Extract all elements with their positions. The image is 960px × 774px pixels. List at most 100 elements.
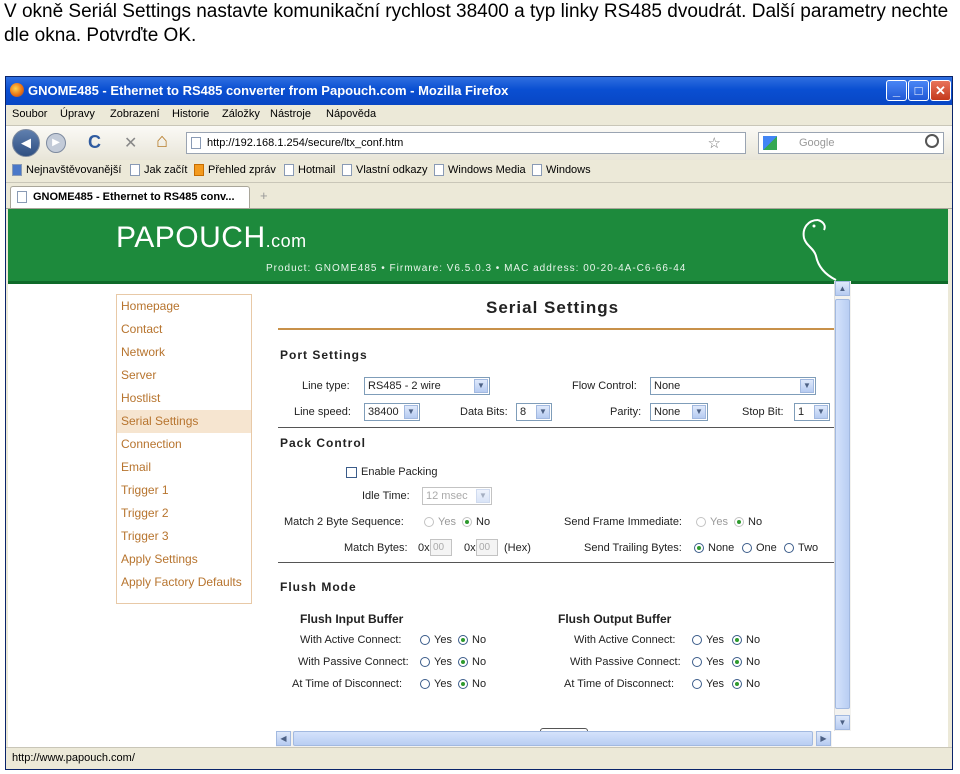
bookmark-prehled-zprav[interactable]: Přehled zpráv — [194, 164, 276, 176]
sendframe-no-radio[interactable] — [734, 517, 744, 527]
bookmark-windows-media[interactable]: Windows Media — [434, 164, 526, 176]
enable-packing-checkbox[interactable] — [346, 467, 357, 478]
parity-label: Parity: — [610, 406, 642, 418]
sidebar-item-trigger-2[interactable]: Trigger 2 — [117, 502, 251, 525]
scroll-thumb[interactable] — [835, 299, 850, 709]
papouch-logo[interactable]: PAPOUCH.com — [116, 221, 307, 255]
data-bits-select[interactable]: 8 ▼ — [516, 403, 552, 421]
line-type-select[interactable]: RS485 - 2 wire ▼ — [364, 377, 490, 395]
sidebar-item-serial-settings[interactable]: Serial Settings — [117, 410, 251, 433]
search-input[interactable]: Google — [758, 132, 944, 154]
url-bar[interactable]: http://192.168.1.254/secure/ltx_conf.htm… — [186, 132, 746, 154]
close-button[interactable]: ✕ — [930, 80, 951, 101]
minimize-button[interactable]: _ — [886, 80, 907, 101]
chevron-down-icon: ▼ — [814, 405, 828, 419]
sidebar-item-trigger-1[interactable]: Trigger 1 — [117, 479, 251, 502]
page-title: Serial Settings — [486, 298, 620, 317]
match-byte-1-input[interactable]: 00 — [430, 539, 452, 556]
rss-icon — [194, 164, 204, 176]
page-content: PAPOUCH.com Product: GNOME485 • Firmware… — [8, 209, 948, 747]
chevron-down-icon: ▼ — [536, 405, 550, 419]
bookmark-nejnavstevovanejsi[interactable]: Nejnavštěvovanější — [12, 164, 121, 176]
scroll-up-icon[interactable]: ▲ — [835, 281, 850, 296]
new-tab-button[interactable]: + — [260, 188, 268, 203]
back-button[interactable]: ◀ — [12, 129, 40, 157]
sidebar-item-connection[interactable]: Connection — [117, 433, 251, 456]
menu-zalozky[interactable]: Záložky — [222, 108, 260, 120]
out-active-label: With Active Connect: — [574, 634, 676, 646]
bookmark-hotmail[interactable]: Hotmail — [284, 164, 335, 176]
match2-yes-radio[interactable] — [424, 517, 434, 527]
scroll-thumb[interactable] — [293, 731, 813, 746]
sidebar-item-network[interactable]: Network — [117, 341, 251, 364]
horizontal-scrollbar[interactable]: ◀ ▶ — [276, 731, 832, 747]
out-active-yes-radio[interactable] — [692, 635, 702, 645]
divider — [278, 427, 834, 428]
sidebar-item-trigger-3[interactable]: Trigger 3 — [117, 525, 251, 548]
menu-nastroje[interactable]: Nástroje — [270, 108, 311, 120]
menu-upravy[interactable]: Úpravy — [60, 108, 95, 120]
sendframe-yes-radio[interactable] — [696, 517, 706, 527]
star-icon[interactable]: ☆ — [708, 134, 721, 152]
in-passive-yes-radio[interactable] — [420, 657, 430, 667]
bookmark-jak-zacit[interactable]: Jak začít — [130, 164, 187, 176]
sidebar-item-contact[interactable]: Contact — [117, 318, 251, 341]
send-frame-label: Send Frame Immediate: — [564, 516, 682, 528]
vertical-scrollbar[interactable]: ▲ ▼ — [834, 281, 851, 731]
parity-select[interactable]: None ▼ — [650, 403, 708, 421]
scroll-left-icon[interactable]: ◀ — [276, 731, 291, 746]
sidebar-item-homepage[interactable]: Homepage — [117, 295, 251, 318]
menu-historie[interactable]: Historie — [172, 108, 209, 120]
stop-icon[interactable]: ✕ — [124, 133, 137, 153]
sidebar-item-email[interactable]: Email — [117, 456, 251, 479]
out-active-no-radio[interactable] — [732, 635, 742, 645]
menu-zobrazeni[interactable]: Zobrazení — [110, 108, 160, 120]
in-active-no-radio[interactable] — [458, 635, 468, 645]
chevron-down-icon: ▼ — [476, 489, 490, 503]
flow-control-select[interactable]: None ▼ — [650, 377, 816, 395]
match-byte-2-input[interactable]: 00 — [476, 539, 498, 556]
out-disconnect-yes-radio[interactable] — [692, 679, 702, 689]
idle-time-select[interactable]: 12 msec ▼ — [422, 487, 492, 505]
forward-button[interactable]: ▶ — [46, 133, 66, 153]
reload-icon[interactable]: C — [88, 132, 101, 153]
trailing-two-radio[interactable] — [784, 543, 794, 553]
sidebar-item-hostlist[interactable]: Hostlist — [117, 387, 251, 410]
page-icon — [532, 164, 542, 176]
send-trailing-label: Send Trailing Bytes: — [584, 542, 682, 554]
scroll-right-icon[interactable]: ▶ — [816, 731, 831, 746]
sidebar-item-apply-settings[interactable]: Apply Settings — [117, 548, 251, 571]
in-passive-no-radio[interactable] — [458, 657, 468, 667]
page-icon — [130, 164, 140, 176]
match2-no-radio[interactable] — [462, 517, 472, 527]
home-icon[interactable]: ⌂ — [156, 130, 168, 153]
bookmark-windows[interactable]: Windows — [532, 164, 591, 176]
pack-control-heading: Pack Control — [280, 436, 367, 450]
search-placeholder: Google — [799, 137, 835, 149]
in-active-yes-radio[interactable] — [420, 635, 430, 645]
in-disconnect-no-radio[interactable] — [458, 679, 468, 689]
trailing-none-radio[interactable] — [694, 543, 704, 553]
stop-bit-select[interactable]: 1 ▼ — [794, 403, 830, 421]
maximize-button[interactable]: □ — [908, 80, 929, 101]
scroll-down-icon[interactable]: ▼ — [835, 715, 850, 730]
tab-gnome485[interactable]: GNOME485 - Ethernet to RS485 conv... — [10, 186, 250, 208]
menu-bar: Soubor Úpravy Zobrazení Historie Záložky… — [6, 105, 952, 125]
in-active-label: With Active Connect: — [300, 634, 402, 646]
in-disconnect-yes-radio[interactable] — [420, 679, 430, 689]
menu-soubor[interactable]: Soubor — [12, 108, 47, 120]
out-passive-yes-radio[interactable] — [692, 657, 702, 667]
google-icon — [763, 136, 777, 150]
tab-bar: GNOME485 - Ethernet to RS485 conv... + — [6, 183, 952, 209]
menu-napoveda[interactable]: Nápověda — [326, 108, 376, 120]
out-passive-no-radio[interactable] — [732, 657, 742, 667]
line-speed-select[interactable]: 38400 ▼ — [364, 403, 420, 421]
bookmark-vlastni-odkazy[interactable]: Vlastní odkazy — [342, 164, 428, 176]
trailing-one-radio[interactable] — [742, 543, 752, 553]
page-icon — [17, 191, 27, 203]
line-type-label: Line type: — [302, 380, 350, 392]
sidebar-item-server[interactable]: Server — [117, 364, 251, 387]
out-disconnect-no-radio[interactable] — [732, 679, 742, 689]
sidebar-item-apply-factory-defaults[interactable]: Apply Factory Defaults — [117, 571, 251, 594]
search-icon[interactable] — [925, 134, 939, 148]
